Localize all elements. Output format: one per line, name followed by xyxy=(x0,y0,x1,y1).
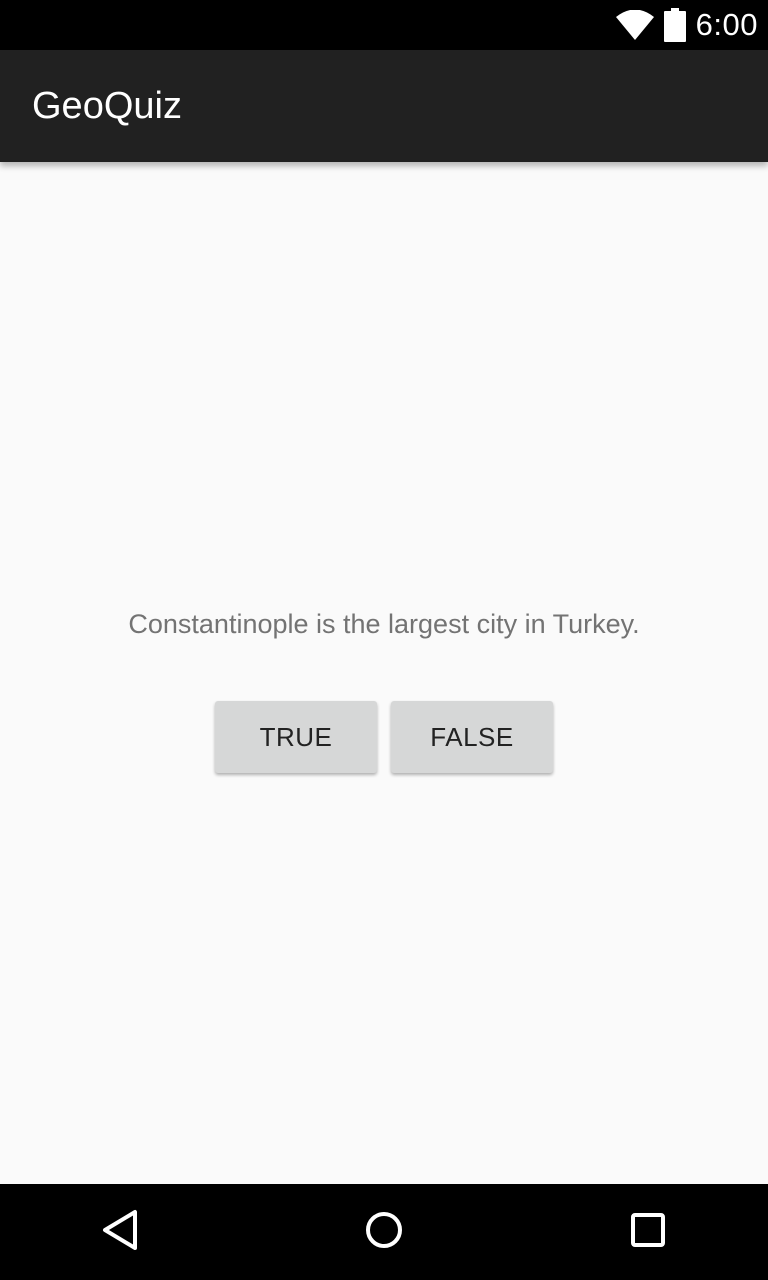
screen: 6:00 GeoQuiz Constantinople is the large… xyxy=(0,0,768,1280)
app-title: GeoQuiz xyxy=(32,85,182,127)
home-button[interactable] xyxy=(324,1184,444,1280)
true-button[interactable]: TRUE xyxy=(215,701,377,773)
recents-button[interactable] xyxy=(588,1184,708,1280)
false-button[interactable]: FALSE xyxy=(391,701,553,773)
navigation-bar xyxy=(0,1184,768,1280)
app-bar: GeoQuiz xyxy=(0,50,768,162)
question-text: Constantinople is the largest city in Tu… xyxy=(128,609,640,639)
home-icon xyxy=(364,1210,404,1255)
battery-icon xyxy=(663,8,686,42)
back-button[interactable] xyxy=(60,1184,180,1280)
recents-icon xyxy=(630,1212,666,1253)
back-icon xyxy=(100,1209,140,1256)
quiz-content: Constantinople is the largest city in Tu… xyxy=(0,162,768,1184)
status-bar: 6:00 xyxy=(0,0,768,50)
status-time: 6:00 xyxy=(695,7,758,42)
status-icons: 6:00 xyxy=(615,0,758,50)
wifi-icon xyxy=(615,10,654,40)
answer-buttons: TRUE FALSE xyxy=(0,701,768,773)
